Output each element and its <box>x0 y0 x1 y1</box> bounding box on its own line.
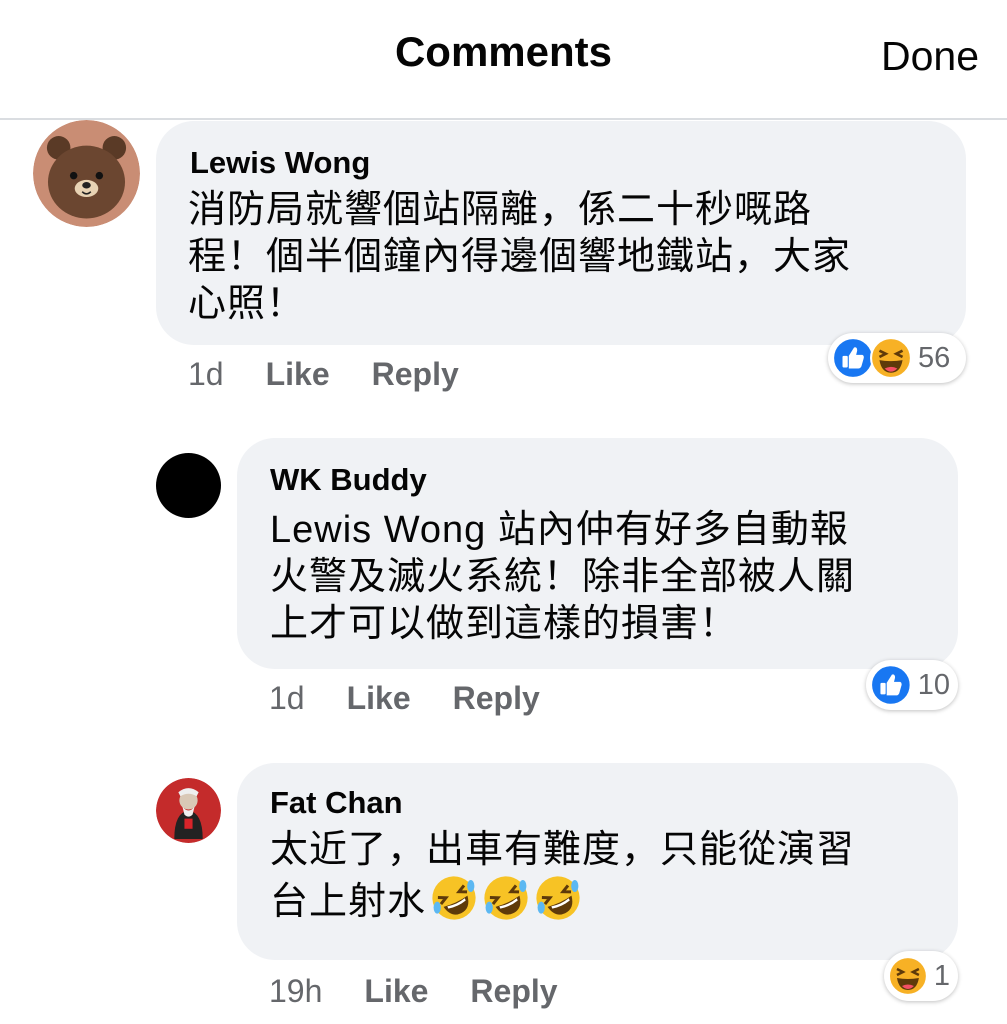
comment-time: 1d <box>269 680 305 716</box>
comment-line: 台上射水 <box>270 881 427 923</box>
comment-line: 上才可以做到這樣的損害！ <box>270 603 739 645</box>
comment-author[interactable]: WK Buddy <box>270 462 427 498</box>
reply-button[interactable]: Reply <box>470 973 557 1009</box>
comment-line: 消防局就響個站隔離，係二十秒嘅路 <box>188 189 813 231</box>
comment-meta: 19h Like Reply <box>269 973 558 1009</box>
avatar-lewis-wong[interactable] <box>33 120 140 227</box>
reaction-count: 56 <box>918 342 951 374</box>
like-icon <box>832 337 874 379</box>
comment-text: 消防局就響個站隔離，係二十秒嘅路 程！個半個鐘內得邊個響地鐵站，大家 心照！ <box>188 187 851 328</box>
rofl-emoji <box>430 874 478 922</box>
avatar-wk-buddy[interactable] <box>156 453 221 518</box>
comment-time: 19h <box>269 973 323 1009</box>
like-button[interactable]: Like <box>266 356 330 392</box>
comment-line-with-emoji: 台上射水 <box>270 874 855 926</box>
reaction-count: 10 <box>917 669 950 701</box>
haha-icon <box>870 337 912 379</box>
bear-avatar-icon <box>33 120 140 227</box>
reaction-summary[interactable]: 56 <box>828 333 966 383</box>
comment-line: 心照！ <box>188 283 306 325</box>
comment-author[interactable]: Lewis Wong <box>190 145 370 181</box>
avatar-fat-chan[interactable] <box>156 778 221 843</box>
reaction-summary[interactable]: 10 <box>866 660 958 710</box>
comment-bubble[interactable]: Fat Chan 太近了，出車有難度，只能從演習 台上射水 <box>237 763 958 960</box>
rofl-emoji <box>534 874 582 922</box>
comment-meta: 1d Like Reply <box>188 356 459 392</box>
like-icon <box>870 664 912 706</box>
reaction-count: 1 <box>933 960 950 992</box>
comment-time: 1d <box>188 356 224 392</box>
comment-text: Lewis Wong 站內仲有好多自動報 火警及滅火系統！除非全部被人關 上才可… <box>270 507 855 648</box>
rofl-emoji <box>482 874 530 922</box>
comment-author[interactable]: Fat Chan <box>270 785 403 821</box>
profile-photo-icon <box>156 778 221 843</box>
comment-text: 太近了，出車有難度，只能從演習 台上射水 <box>270 827 855 926</box>
reaction-summary[interactable]: 1 <box>884 951 958 1001</box>
comment-bubble[interactable]: Lewis Wong 消防局就響個站隔離，係二十秒嘅路 程！個半個鐘內得邊個響地… <box>156 121 966 345</box>
comments-header: Comments Done <box>0 0 1007 120</box>
like-button[interactable]: Like <box>364 973 428 1009</box>
reply-button[interactable]: Reply <box>372 356 459 392</box>
reply-button[interactable]: Reply <box>453 680 540 716</box>
done-button[interactable]: Done <box>881 32 979 80</box>
haha-icon <box>888 956 928 996</box>
comment-meta: 1d Like Reply <box>269 680 540 716</box>
comment-line: 火警及滅火系統！除非全部被人關 <box>270 556 856 598</box>
comment-line: 太近了，出車有難度，只能從演習 <box>270 829 856 871</box>
comment-line: Lewis Wong 站內仲有好多自動報 <box>270 509 849 551</box>
like-button[interactable]: Like <box>347 680 411 716</box>
page-title: Comments <box>394 28 613 75</box>
comment-line: 程！個半個鐘內得邊個響地鐵站，大家 <box>188 236 852 278</box>
comment-bubble[interactable]: WK Buddy Lewis Wong 站內仲有好多自動報 火警及滅火系統！除非… <box>237 438 958 669</box>
